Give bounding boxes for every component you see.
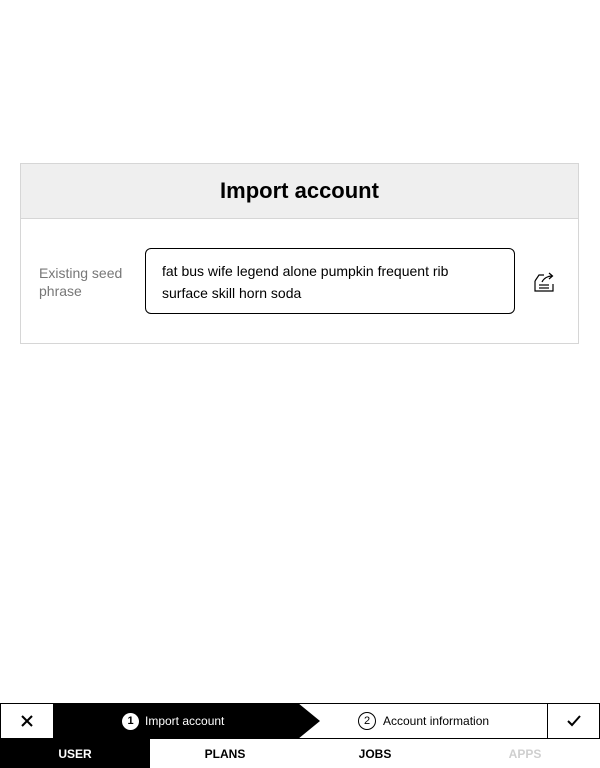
tab-user[interactable]: USER <box>0 739 150 768</box>
step-number: 1 <box>122 712 139 730</box>
step-label: Account information <box>383 714 490 728</box>
step-number: 2 <box>358 712 376 730</box>
confirm-button[interactable] <box>547 703 600 739</box>
import-account-card: Import account Existing seed phrase fat … <box>20 163 579 344</box>
checkmark-icon <box>566 715 581 727</box>
card-body: Existing seed phrase fat bus wife legend… <box>21 219 578 343</box>
card-header: Import account <box>21 164 578 219</box>
step-label: Import account <box>145 714 225 728</box>
tab-jobs[interactable]: JOBS <box>300 739 450 768</box>
import-file-button[interactable] <box>530 268 558 296</box>
close-icon <box>21 715 33 727</box>
bottom-tab-bar: USER PLANS JOBS APPS <box>0 739 600 768</box>
stepper-bar: 1 Import account 2 Account information <box>0 703 600 739</box>
tab-apps: APPS <box>508 746 542 761</box>
import-file-icon <box>534 272 554 292</box>
seed-phrase-label: Existing seed phrase <box>39 265 123 299</box>
page-title: Import account <box>220 178 379 203</box>
tab-plans[interactable]: PLANS <box>150 739 300 768</box>
close-button[interactable] <box>0 703 54 739</box>
seed-phrase-input[interactable]: fat bus wife legend alone pumpkin freque… <box>145 248 515 314</box>
step-import-account[interactable]: 1 Import account <box>54 703 320 739</box>
step-account-information[interactable]: 2 Account information <box>358 703 489 739</box>
